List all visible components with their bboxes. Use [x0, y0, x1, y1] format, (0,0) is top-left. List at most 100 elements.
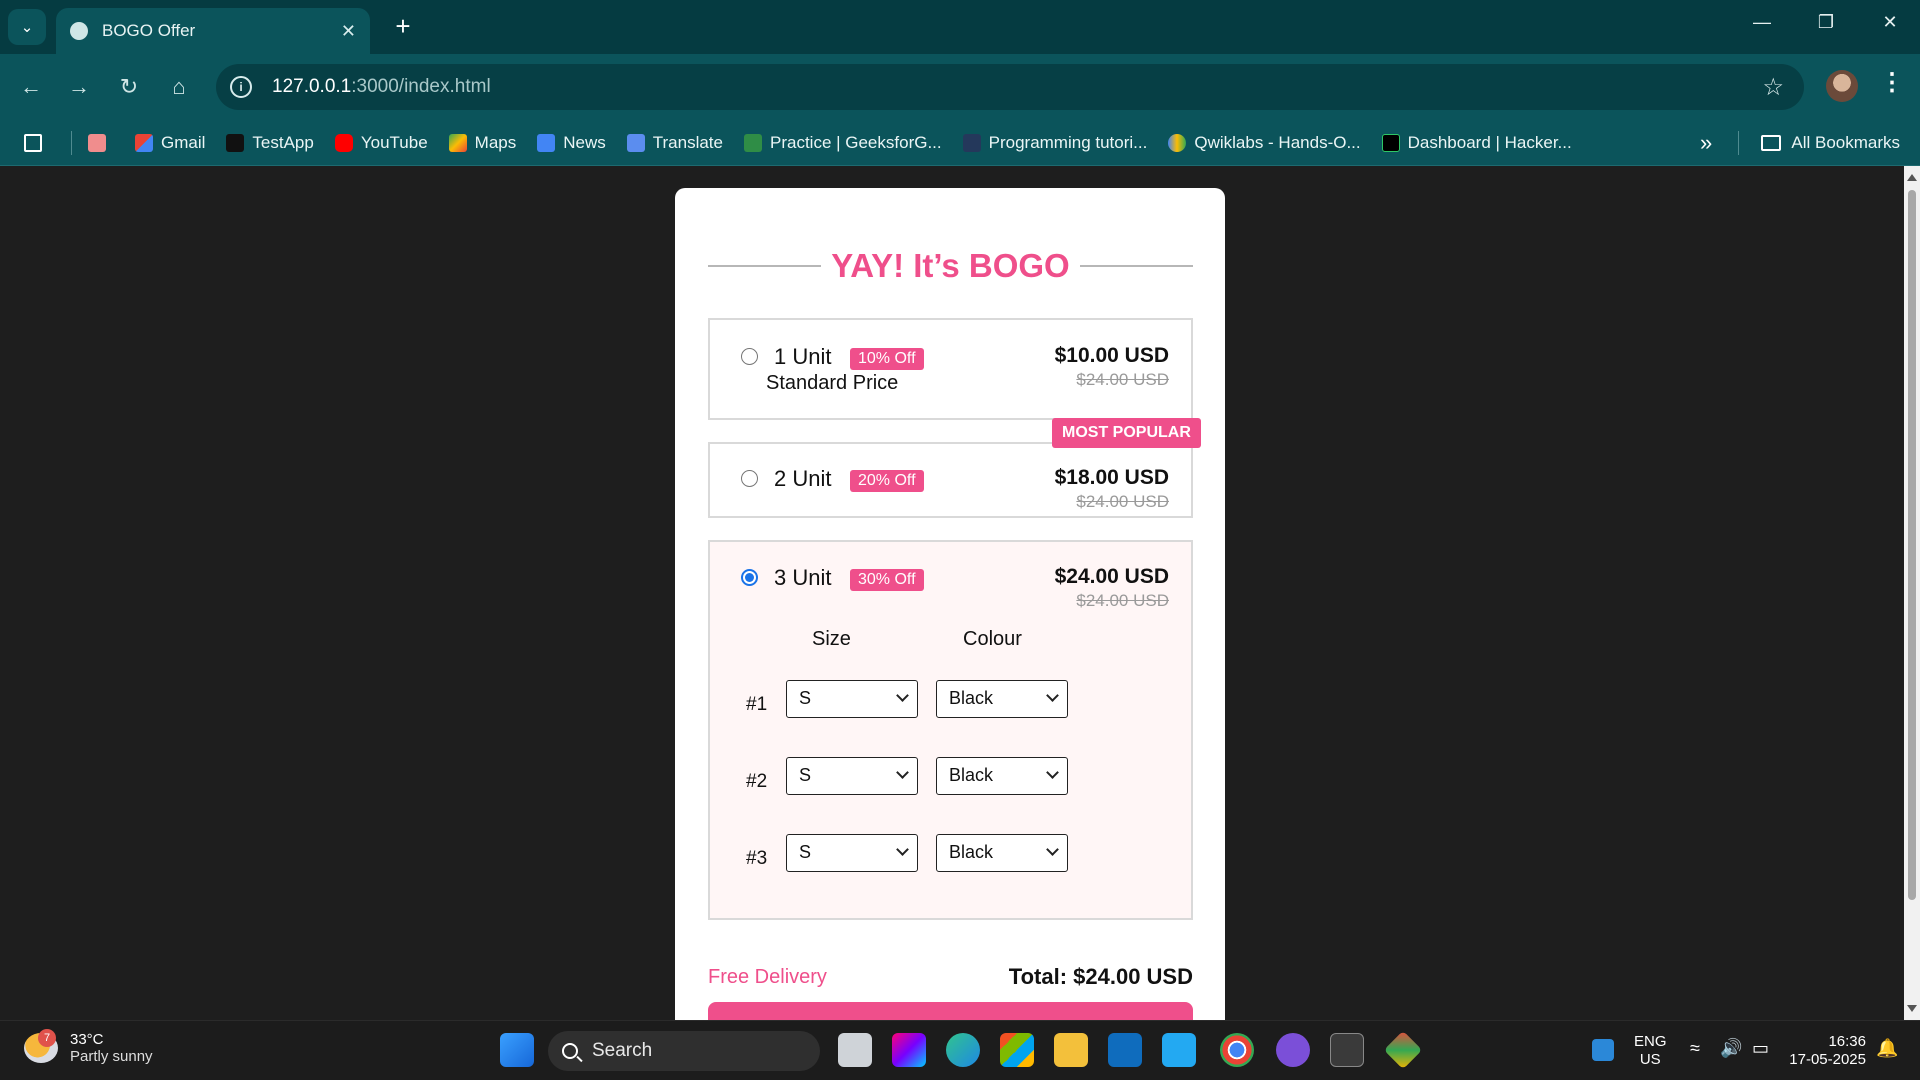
all-bookmarks[interactable]: All Bookmarks	[1738, 120, 1900, 166]
option-old-price: $24.00 USD	[1076, 370, 1169, 389]
bookmarks-bar: Gmail TestApp YouTube Maps News Translat…	[0, 120, 1920, 166]
scroll-up-icon[interactable]	[1907, 174, 1917, 181]
edge-icon[interactable]	[946, 1033, 980, 1067]
reload-button[interactable]: ↻	[112, 70, 146, 104]
bookmark-testapp[interactable]: TestApp	[226, 133, 314, 153]
bookmark-label: Programming tutori...	[988, 132, 1148, 152]
size-select-3[interactable]: S	[786, 834, 918, 872]
notifications-icon[interactable]: 🔔	[1876, 1039, 1898, 1057]
bookmark-label: Qwiklabs - Hands-O...	[1194, 132, 1361, 152]
back-button[interactable]: ←	[14, 70, 48, 104]
option-price: $24.00 USD	[1054, 565, 1169, 588]
option-old-price: $24.00 USD	[1076, 492, 1169, 511]
browser-toolbar: ← → ↻ ⌂ i 127.0.0.1:3000/index.html ☆ ⋮	[0, 54, 1920, 120]
close-window-button[interactable]: ✕	[1870, 12, 1910, 33]
hackerrank-icon	[1381, 133, 1400, 152]
home-button[interactable]: ⌂	[162, 70, 196, 104]
size-column-header: Size	[812, 628, 851, 650]
bookmark-maps[interactable]: Maps	[448, 133, 516, 153]
taskbar-search[interactable]: Search	[548, 1031, 820, 1071]
folder-icon	[1761, 135, 1782, 151]
bookmark-geeksforgeeks[interactable]: Practice | GeeksforG...	[743, 133, 942, 153]
maps-icon	[448, 133, 467, 152]
discount-badge: 20% Off	[850, 470, 924, 492]
heading-divider-right	[1079, 265, 1194, 267]
colour-select-2[interactable]: Black	[936, 757, 1068, 795]
bookmark-gmail[interactable]: Gmail	[135, 133, 205, 153]
bookmark-programming[interactable]: Programming tutori...	[962, 132, 1148, 153]
bookmark-youtube[interactable]: YouTube	[334, 133, 428, 153]
page-scrollbar[interactable]	[1904, 166, 1920, 1020]
add-to-cart-button[interactable]: + Add to Cart	[708, 1002, 1193, 1020]
chrome-icon[interactable]	[1220, 1033, 1254, 1067]
bookmark-star-icon[interactable]: ☆	[1762, 73, 1784, 102]
weather-widget[interactable]: 7 33°C Partly sunny	[24, 1029, 153, 1065]
file-explorer-icon[interactable]	[1054, 1033, 1088, 1067]
extension-icon	[88, 133, 106, 152]
address-bar[interactable]: i 127.0.0.1:3000/index.html ☆	[216, 64, 1804, 110]
forward-button[interactable]: →	[62, 70, 96, 104]
tab-search-button[interactable]: ⌄	[8, 9, 46, 45]
clock[interactable]: 16:36 17-05-2025	[1786, 1033, 1866, 1069]
battery-icon[interactable]: ▭	[1752, 1039, 1769, 1057]
apps-button[interactable]	[24, 133, 50, 152]
bookmark-qwiklabs[interactable]: Qwiklabs - Hands-O...	[1168, 132, 1361, 153]
windows-taskbar: 7 33°C Partly sunny Search ENG US ≈ 🔊 ▭ …	[0, 1020, 1920, 1080]
order-total: Total: $24.00 USD	[1008, 964, 1193, 989]
scroll-thumb[interactable]	[1908, 190, 1916, 900]
size-select-2[interactable]: S	[786, 757, 918, 795]
size-select-1[interactable]: S	[786, 680, 918, 718]
radio-3-unit[interactable]	[741, 569, 758, 586]
profile-avatar[interactable]	[1826, 70, 1858, 102]
option-2-unit[interactable]: 2 Unit 20% Off $18.00 USD $24.00 USD	[708, 442, 1193, 518]
close-tab-icon[interactable]: ✕	[341, 21, 356, 42]
task-view-icon[interactable]	[838, 1033, 872, 1067]
active-tab[interactable]: BOGO Offer ✕	[56, 8, 370, 54]
bookmark-extension[interactable]	[88, 133, 114, 152]
discount-badge: 30% Off	[850, 569, 924, 591]
most-popular-tag: MOST POPULAR	[1052, 418, 1201, 448]
copilot-icon[interactable]	[892, 1033, 926, 1067]
page-viewport: YAY! It’s BOGO 1 Unit 10% Off Standard P…	[0, 166, 1920, 1020]
colour-column-header: Colour	[963, 628, 1022, 650]
clock-date: 17-05-2025	[1789, 1051, 1866, 1068]
language-code: ENG	[1634, 1033, 1667, 1050]
colour-select-1[interactable]: Black	[936, 680, 1068, 718]
volume-icon[interactable]: 🔊	[1720, 1039, 1742, 1057]
bookmark-news[interactable]: News	[537, 133, 606, 153]
more-bookmarks-icon[interactable]: »	[1700, 130, 1712, 156]
github-desktop-icon[interactable]	[1276, 1033, 1310, 1067]
git-icon[interactable]	[1383, 1030, 1423, 1070]
bookmark-hackerrank[interactable]: Dashboard | Hacker...	[1381, 133, 1572, 153]
chevron-down-icon	[896, 843, 909, 856]
size-value: S	[799, 842, 812, 862]
radio-1-unit[interactable]	[741, 348, 758, 365]
windows-start-icon[interactable]	[500, 1033, 534, 1067]
globe-icon	[70, 22, 88, 40]
colour-select-3[interactable]: Black	[936, 834, 1068, 872]
tab-title: BOGO Offer	[102, 21, 196, 40]
chevron-down-icon	[1046, 766, 1059, 779]
gmail-icon	[135, 133, 153, 152]
minimize-button[interactable]: —	[1742, 12, 1782, 33]
bookmark-translate[interactable]: Translate	[626, 133, 723, 153]
site-info-icon[interactable]: i	[230, 76, 252, 98]
terminal-icon[interactable]	[1330, 1033, 1364, 1067]
restore-button[interactable]: ❐	[1806, 12, 1846, 33]
chevron-down-icon	[1046, 843, 1059, 856]
menu-kebab-icon[interactable]: ⋮	[1880, 68, 1904, 97]
page-title: YAY! It’s BOGO	[831, 247, 1070, 284]
radio-2-unit[interactable]	[741, 470, 758, 487]
vscode-icon[interactable]	[1162, 1033, 1196, 1067]
variant-label: #2	[746, 771, 768, 792]
new-tab-button[interactable]: +	[388, 12, 418, 42]
store-icon[interactable]	[1000, 1033, 1034, 1067]
wifi-icon[interactable]: ≈	[1690, 1039, 1700, 1057]
option-1-unit[interactable]: 1 Unit 10% Off Standard Price $10.00 USD…	[708, 318, 1193, 420]
scroll-down-icon[interactable]	[1907, 1005, 1917, 1012]
security-icon[interactable]	[1592, 1039, 1614, 1061]
variant-label: #3	[746, 848, 768, 869]
language-indicator[interactable]: ENG US	[1634, 1033, 1667, 1069]
outlook-icon[interactable]	[1108, 1033, 1142, 1067]
option-3-unit[interactable]: 3 Unit 30% Off $24.00 USD $24.00 USD Siz…	[708, 540, 1193, 920]
